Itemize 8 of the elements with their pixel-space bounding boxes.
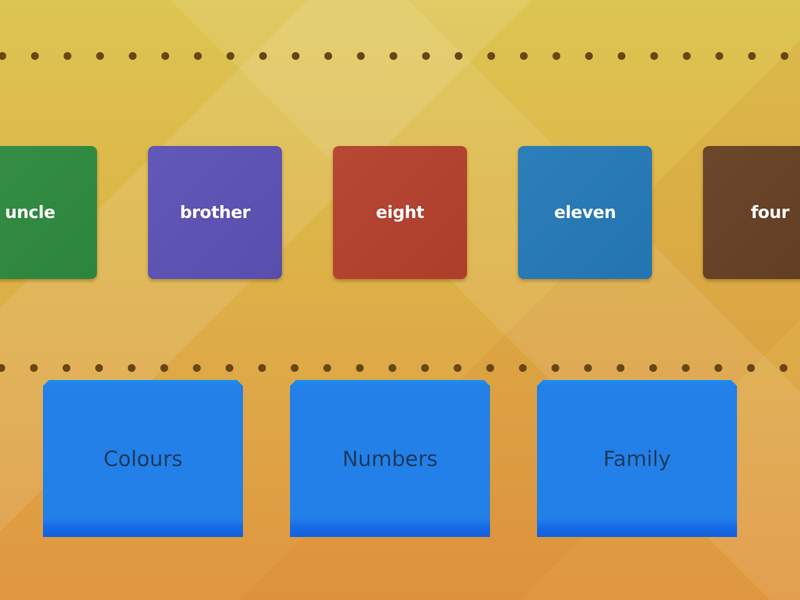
- word-card[interactable]: uncle: [0, 146, 97, 279]
- word-card[interactable]: four: [703, 146, 800, 279]
- category-bin: Numbers: [290, 380, 490, 537]
- word-card[interactable]: brother: [148, 146, 282, 279]
- category-bin: Colours: [43, 380, 243, 537]
- word-card[interactable]: eight: [333, 146, 467, 279]
- word-card[interactable]: eleven: [518, 146, 652, 279]
- category-bin: Family: [537, 380, 737, 537]
